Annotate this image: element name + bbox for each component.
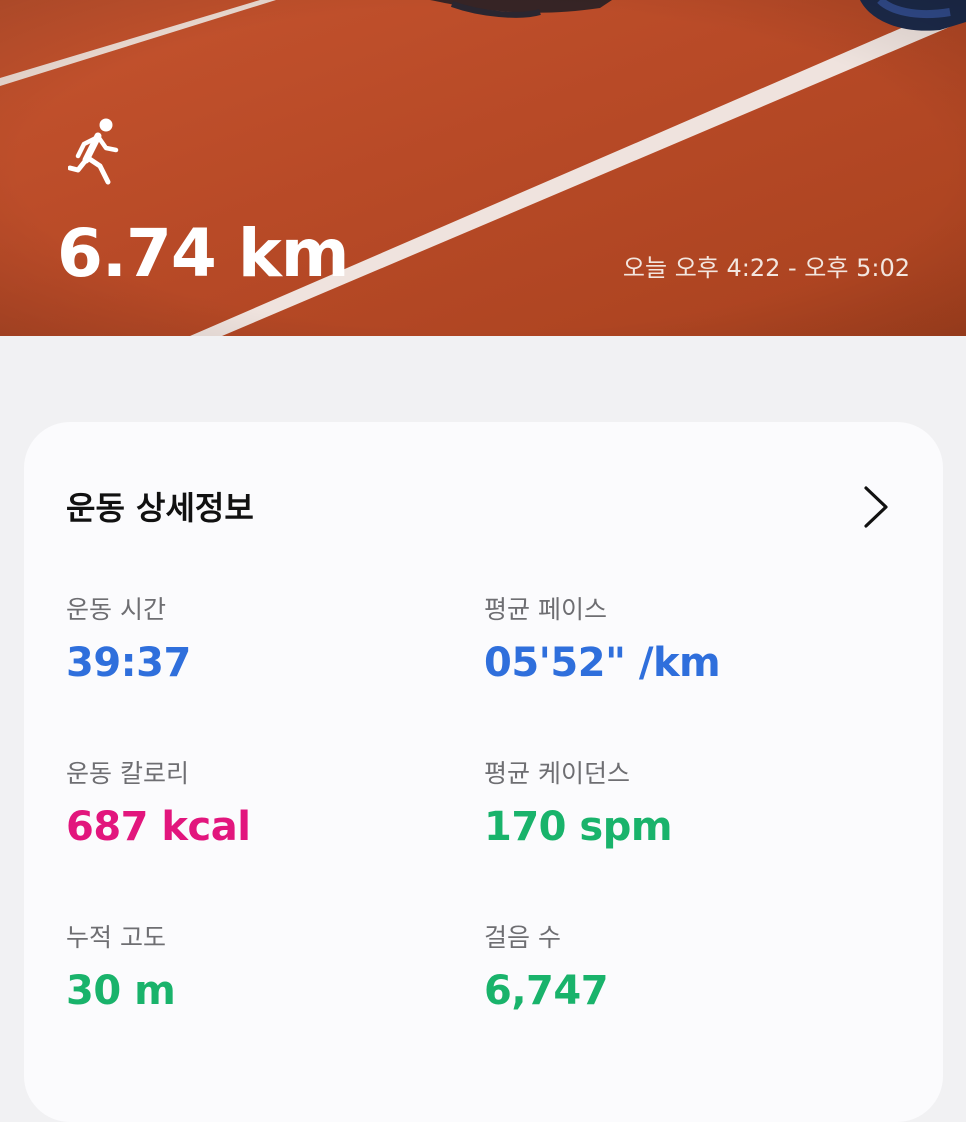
- steps-label: 걸음 수: [484, 923, 561, 952]
- steps-value: 6,747: [484, 968, 609, 1014]
- average-cadence-value: 170 spm: [484, 804, 673, 850]
- elevation-gain-label: 누적 고도: [66, 923, 166, 952]
- exercise-time-value: 39:37: [66, 640, 191, 686]
- header-photo: 6.74 km 오늘 오후 4:22 - 오후 5:02: [0, 0, 966, 336]
- average-pace-label: 평균 페이스: [484, 595, 607, 624]
- calories-label: 운동 칼로리: [66, 759, 189, 788]
- running-person-icon: [68, 118, 119, 185]
- workout-details-title: 운동 상세정보: [66, 489, 254, 527]
- average-pace-value: 05'52" /km: [484, 640, 721, 686]
- chevron-right-icon[interactable]: [856, 484, 896, 530]
- workout-time-range: 오늘 오후 4:22 - 오후 5:02: [622, 254, 910, 282]
- total-distance: 6.74 km: [57, 215, 349, 292]
- average-cadence-label: 평균 케이던스: [484, 759, 630, 788]
- exercise-time-label: 운동 시간: [66, 595, 166, 624]
- elevation-gain-value: 30 m: [66, 968, 176, 1014]
- calories-value: 687 kcal: [66, 804, 251, 850]
- workout-details-card[interactable]: 운동 상세정보 운동 시간 39:37 평균 페이스 05'52" /km 운동…: [24, 422, 943, 1122]
